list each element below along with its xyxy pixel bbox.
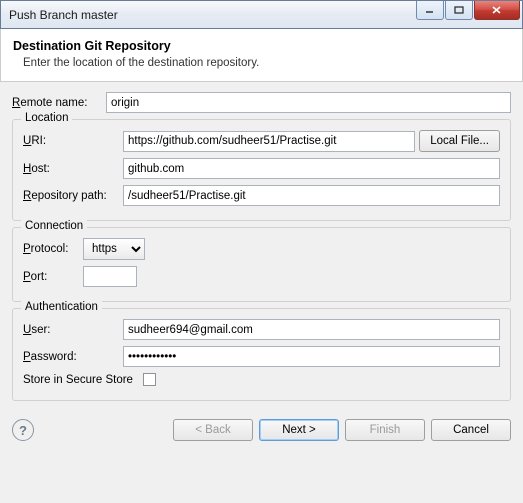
close-button[interactable]	[474, 1, 520, 20]
cancel-button[interactable]: Cancel	[431, 419, 511, 441]
maximize-button[interactable]	[445, 1, 473, 20]
back-button: < Back	[173, 419, 253, 441]
next-button[interactable]: Next >	[259, 419, 339, 441]
password-label: Password:	[23, 351, 123, 363]
remote-name-label: Remote name:	[12, 97, 106, 109]
host-label: Host:	[23, 163, 123, 175]
repo-path-label: Repository path:	[23, 190, 123, 202]
wizard-header: Destination Git Repository Enter the loc…	[0, 29, 523, 82]
remote-name-input[interactable]	[106, 92, 511, 113]
host-input[interactable]	[123, 158, 500, 179]
finish-button: Finish	[345, 419, 425, 441]
uri-input[interactable]	[123, 131, 415, 152]
content-area: Remote name: Location URI: Local File...…	[0, 82, 523, 411]
uri-label: URI:	[23, 135, 123, 147]
page-description: Enter the location of the destination re…	[13, 57, 510, 69]
connection-group-title: Connection	[21, 220, 87, 232]
location-group: Location URI: Local File... Host: Reposi…	[12, 119, 511, 221]
protocol-select[interactable]: https	[83, 238, 145, 260]
titlebar: Push Branch master	[0, 0, 523, 29]
auth-group-title: Authentication	[21, 301, 102, 313]
local-file-button[interactable]: Local File...	[419, 130, 500, 152]
user-label: User:	[23, 324, 123, 336]
help-icon[interactable]: ?	[12, 419, 34, 441]
password-input[interactable]	[123, 346, 500, 367]
page-title: Destination Git Repository	[13, 39, 510, 53]
secure-store-checkbox[interactable]	[143, 373, 156, 386]
button-bar: ? < Back Next > Finish Cancel	[0, 411, 523, 451]
protocol-label: Protocol:	[23, 243, 83, 255]
minimize-button[interactable]	[416, 1, 444, 20]
port-input[interactable]	[83, 266, 137, 287]
port-label: Port:	[23, 271, 83, 283]
repo-path-input[interactable]	[123, 185, 500, 206]
secure-store-label: Store in Secure Store	[23, 374, 143, 386]
user-input[interactable]	[123, 319, 500, 340]
location-group-title: Location	[21, 112, 72, 124]
auth-group: Authentication User: Password: Store in …	[12, 308, 511, 401]
window-title: Push Branch master	[9, 8, 118, 22]
connection-group: Connection Protocol: https Port:	[12, 227, 511, 302]
window-controls	[415, 1, 520, 20]
